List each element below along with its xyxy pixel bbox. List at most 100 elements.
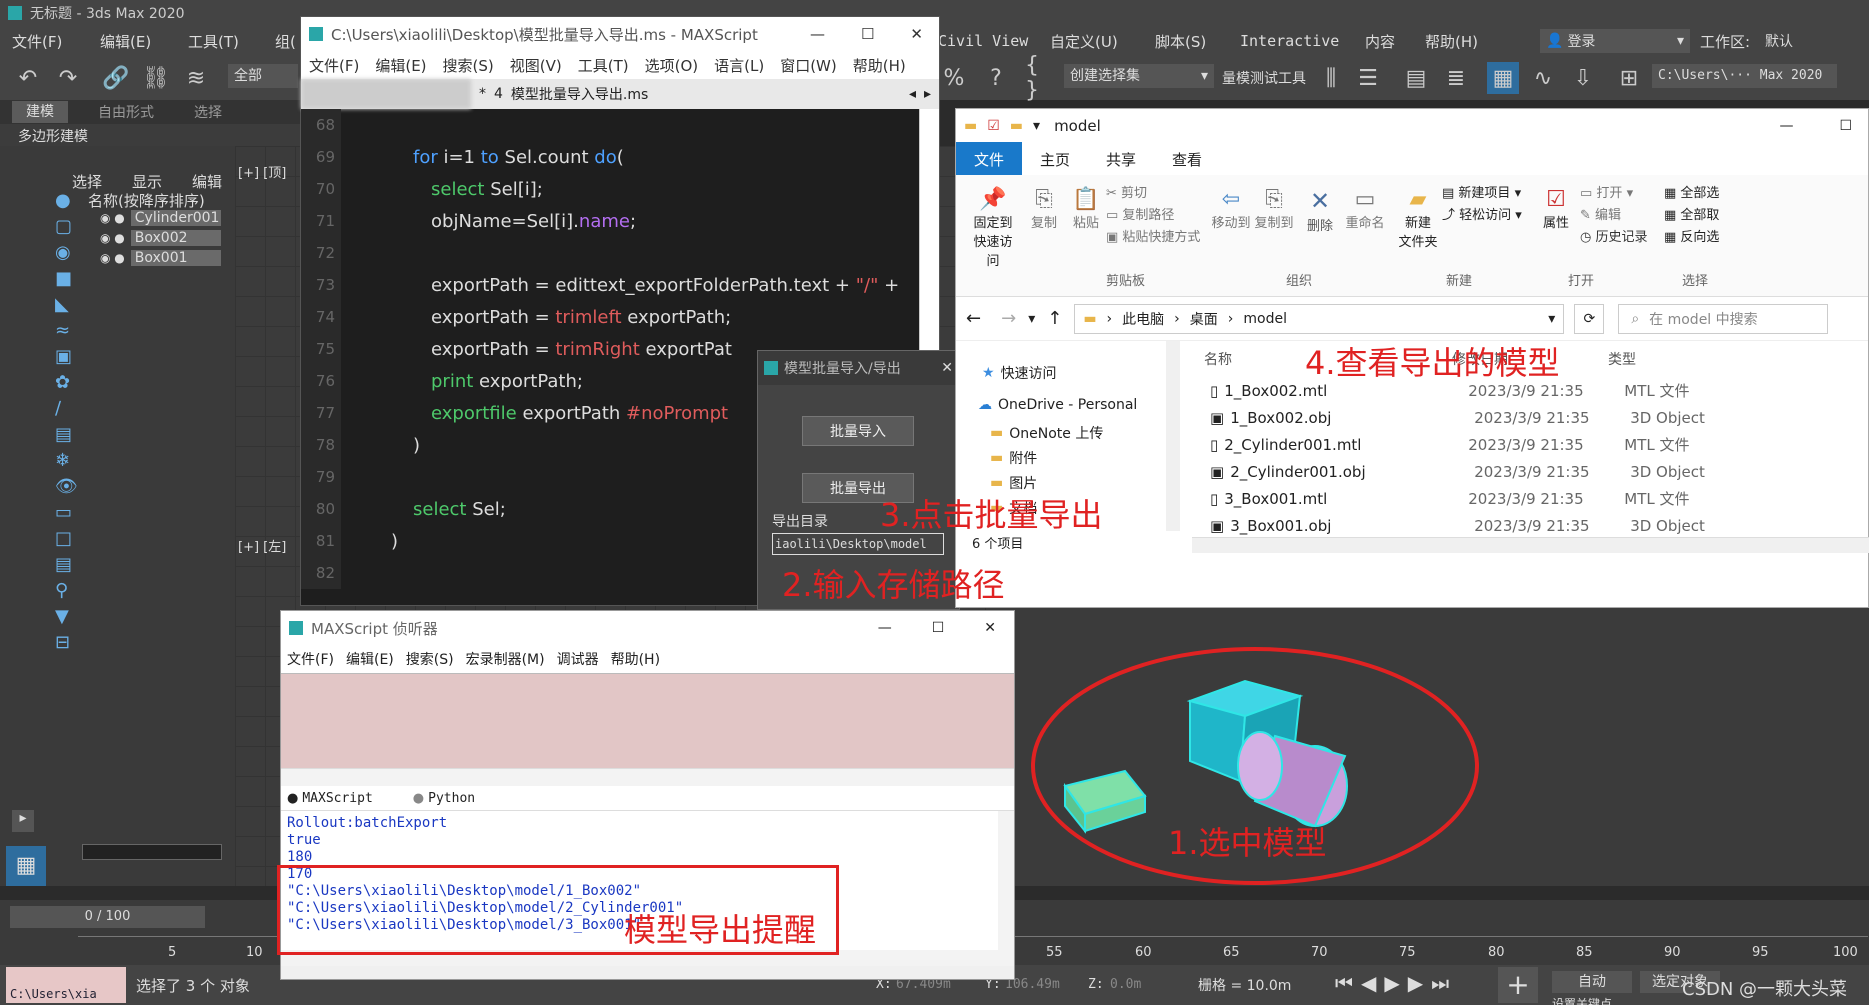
undo-icon[interactable]: ↶ [12, 62, 44, 94]
editor-menu-help[interactable]: 帮助(H) [853, 55, 906, 76]
delete-button[interactable]: ✕ 删除 [1302, 187, 1338, 234]
menu-tools[interactable]: 工具(T) [188, 31, 239, 52]
play-icon[interactable]: ▸ [12, 810, 34, 832]
copy-to-button[interactable]: ⎘ 复制到 [1254, 187, 1294, 231]
nav-onedrive[interactable]: ☁ OneDrive - Personal [978, 397, 1137, 413]
workspace-value[interactable]: 默认 [1765, 31, 1793, 51]
viewport-label-top[interactable]: [+] [顶] [238, 162, 286, 181]
menu-script[interactable]: 脚本(S) [1155, 31, 1206, 52]
close-icon[interactable]: ✕ [910, 25, 923, 43]
minimize-icon[interactable]: — [1779, 118, 1793, 134]
login-dropdown[interactable]: 👤 登录 ▾ [1540, 29, 1690, 53]
coord-z-value[interactable]: 0.0m [1110, 977, 1141, 992]
minimize-icon[interactable]: — [878, 620, 892, 636]
export-dir-input[interactable]: iaolili\Desktop\model [772, 533, 944, 555]
editor-menu-tools[interactable]: 工具(T) [578, 55, 629, 76]
nav-quick-access[interactable]: ★ 快速访问 [982, 363, 1057, 383]
minimize-icon[interactable]: — [810, 25, 825, 43]
ribbon-tab-freeform[interactable]: 自由形式 [98, 102, 154, 122]
close-icon[interactable]: ✕ [941, 360, 953, 376]
editor-menu-search[interactable]: 搜索(S) [443, 55, 494, 76]
link-icon[interactable]: 🔗 [100, 62, 132, 94]
editor-tab-active[interactable]: 模型批量导入导出.ms [511, 84, 648, 104]
file-row[interactable]: ▣ 2_Cylinder001.obj 2023/3/9 21:35 3D Objec… [1192, 458, 1869, 485]
tab-scroll-left-icon[interactable]: ◂ [909, 86, 916, 102]
move-to-button[interactable]: ⇦ 移动到 [1211, 187, 1251, 231]
maxscript-mini-listener[interactable]: C:\Users\xia [6, 967, 126, 1003]
radio-python[interactable]: ● [413, 791, 424, 806]
new-folder-button[interactable]: ▰ 新建 文件夹 [1396, 187, 1440, 250]
tab-scroll-right-icon[interactable]: ▸ [924, 86, 931, 102]
copy-path-button[interactable]: ▭ 复制路径 [1106, 205, 1200, 227]
nav-scrollbar[interactable] [1166, 341, 1180, 531]
listener-menu-help[interactable]: 帮助(H) [611, 649, 660, 669]
close-icon[interactable]: ✕ [984, 620, 996, 636]
nav-onenote[interactable]: ▬ OneNote 上传 [990, 423, 1103, 443]
viewport-layout-icon[interactable]: ▦ [6, 846, 46, 886]
maximize-icon[interactable]: ☐ [932, 620, 945, 636]
listener-vscrollbar[interactable] [998, 811, 1014, 951]
properties-button[interactable]: ☑ 属性 [1538, 187, 1574, 231]
menu-help[interactable]: 帮助(H) [1425, 31, 1478, 52]
set-key-button[interactable]: 设置关键点 [1552, 995, 1612, 1005]
eye-icon[interactable]: ◉ ● [100, 231, 125, 245]
mirror-icon[interactable]: ⫼ [1315, 62, 1347, 94]
eye-icon[interactable]: ◉ ● [100, 211, 125, 225]
cut-button[interactable]: ✂ 剪切 [1106, 183, 1200, 205]
history-button[interactable]: ◷ 历史记录 [1580, 227, 1648, 249]
editor-menu-file[interactable]: 文件(F) [309, 55, 359, 76]
spinner-snap-icon[interactable]: ? [980, 62, 1012, 94]
paste-button[interactable]: 📋 粘贴 [1066, 187, 1106, 231]
maximize-icon[interactable]: ☐ [861, 25, 874, 43]
unlink-icon[interactable]: ⛓ [140, 62, 172, 94]
refresh-icon[interactable]: ⟳ [1574, 303, 1605, 334]
file-list-hscrollbar[interactable] [1192, 537, 1869, 553]
scene-list-scrollbar[interactable] [82, 844, 222, 860]
new-item-button[interactable]: ▤ 新建项目 ▾ [1442, 183, 1522, 205]
up-icon[interactable]: ↑ [1047, 308, 1062, 329]
selection-filter-dropdown[interactable]: 全部 [228, 64, 298, 88]
pin-quick-access-button[interactable]: 📌 固定到 快速访问 [968, 187, 1018, 269]
named-selection-set-dropdown[interactable]: 创建选择集 ▾ [1064, 64, 1214, 88]
address-bar[interactable]: ▬ › 此电脑 › 桌面 › model ▾ [1074, 303, 1565, 334]
ribbon-toggle-icon[interactable]: ▦ [1487, 62, 1519, 94]
align-icon[interactable]: ☰ [1352, 62, 1384, 94]
panel-tab-display[interactable]: 显示 [132, 171, 162, 192]
macro-recorder-pane[interactable] [281, 673, 1014, 768]
listener-menu-macro[interactable]: 宏录制器(M) [466, 649, 545, 669]
bind-spacewarp-icon[interactable]: ≋ [180, 62, 212, 94]
eye-icon[interactable]: ◉ ● [100, 251, 125, 265]
material-editor-icon[interactable]: ⊞ [1613, 62, 1645, 94]
invert-selection-button[interactable]: ▦ 反向选 [1664, 227, 1719, 249]
maximize-icon[interactable]: ☐ [1839, 118, 1852, 134]
breadcrumb-desktop[interactable]: 桌面 [1190, 309, 1218, 329]
menu-edit[interactable]: 编辑(E) [100, 31, 151, 52]
schematic-view-icon[interactable]: ⇩ [1567, 62, 1599, 94]
chevron-down-icon[interactable]: ▾ [1548, 311, 1555, 327]
editor-menu-window[interactable]: 窗口(W) [780, 55, 837, 76]
batch-tool-label[interactable]: 量模测试工具 [1222, 68, 1306, 88]
copy-button[interactable]: ⎘ 复制 [1024, 187, 1064, 231]
easy-access-button[interactable]: ⤴ 轻松访问 ▾ [1442, 205, 1522, 227]
edit-button[interactable]: ✎ 编辑 [1580, 205, 1648, 227]
file-row[interactable]: ▣ 3_Box001.obj 2023/3/9 21:35 3D Object [1192, 512, 1869, 539]
layer-explorer-icon[interactable]: ≣ [1440, 62, 1472, 94]
editor-menu-language[interactable]: 语言(L) [714, 55, 764, 76]
scene-item-box001[interactable]: Box001 [130, 250, 221, 266]
time-slider[interactable]: 0 / 100 [10, 906, 205, 928]
file-row[interactable]: ▣ 1_Box002.obj 2023/3/9 21:35 3D Object [1192, 404, 1869, 431]
auto-key-button[interactable]: 自动 [1552, 971, 1632, 993]
radio-maxscript[interactable]: ● [287, 791, 298, 806]
menu-customize[interactable]: 自定义(U) [1050, 31, 1118, 52]
macro-recorder-hscrollbar[interactable] [281, 768, 1014, 786]
ribbon-poly-modeling[interactable]: 多边形建模 [0, 124, 300, 146]
forward-icon[interactable]: → [1001, 308, 1016, 329]
editor-menu-options[interactable]: 选项(O) [645, 55, 699, 76]
ribbon-tab-modeling[interactable]: 建模 [12, 101, 68, 123]
back-icon[interactable]: ← [966, 308, 981, 329]
listener-menu-debugger[interactable]: 调试器 [557, 649, 599, 669]
scene-models[interactable] [1015, 596, 1869, 886]
ribbon-tab-file[interactable]: 文件 [956, 142, 1023, 176]
select-all-button[interactable]: ▦ 全部选 [1664, 183, 1719, 205]
nav-attachments[interactable]: ▬ 附件 [990, 448, 1037, 468]
